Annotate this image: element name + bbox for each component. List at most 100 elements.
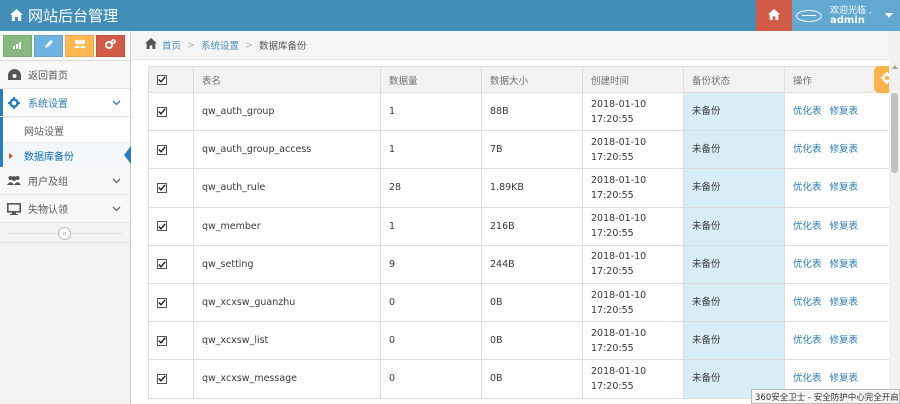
cell-table-name: qw_xcxsw_message bbox=[193, 359, 381, 399]
row-checkbox[interactable] bbox=[157, 144, 167, 155]
cell-row-count: 0 bbox=[380, 321, 482, 361]
shortcut-users-button[interactable] bbox=[65, 34, 94, 57]
select-all-checkbox[interactable] bbox=[157, 74, 167, 85]
sidebar-item-home[interactable]: 返回首页 bbox=[0, 61, 130, 89]
sidebar-item-label: 用户及组 bbox=[28, 177, 68, 188]
sidebar-item-site-settings[interactable]: 网站设置 bbox=[3, 117, 130, 142]
cell-row-count: 9 bbox=[380, 244, 482, 284]
scrollbar-thumb[interactable] bbox=[891, 93, 898, 173]
row-checkbox[interactable] bbox=[157, 182, 167, 193]
breadcrumb-home-link[interactable]: 首页 bbox=[162, 38, 181, 52]
cell-table-name: qw_auth_group bbox=[193, 91, 381, 132]
column-header-row-count[interactable]: 数据量 bbox=[380, 66, 482, 93]
sidebar-collapse-bar: « bbox=[0, 223, 130, 243]
row-select-cell bbox=[148, 168, 194, 208]
cell-actions: 优化表 修复表 bbox=[784, 282, 889, 323]
sidebar-item-label: 数据库备份 bbox=[24, 151, 74, 163]
optimize-table-link[interactable]: 优化表 bbox=[793, 335, 822, 346]
created-time: 17:20:55 bbox=[591, 380, 634, 392]
created-date: 2018-01-10 bbox=[591, 251, 647, 263]
nav-home-button[interactable] bbox=[756, 0, 792, 31]
table-row: qw_member 1 216B 2018-01-10 17:20:55 未备份… bbox=[148, 206, 889, 246]
brand-title: 网站后台管理 bbox=[28, 7, 119, 25]
row-checkbox[interactable] bbox=[157, 259, 167, 270]
cell-actions: 优化表 修复表 bbox=[784, 91, 889, 132]
repair-table-link[interactable]: 修复表 bbox=[830, 297, 859, 308]
cell-row-count: 1 bbox=[380, 130, 482, 170]
optimize-table-link[interactable]: 优化表 bbox=[793, 373, 822, 384]
security-status-toast: 360安全卫士 - 安全防护中心完全开启 bbox=[751, 389, 900, 404]
optimize-table-link[interactable]: 优化表 bbox=[793, 106, 822, 117]
row-checkbox[interactable] bbox=[157, 221, 167, 232]
created-time: 17:20:55 bbox=[591, 151, 634, 163]
created-time: 17:20:55 bbox=[591, 113, 634, 125]
cell-created-time: 2018-01-10 17:20:55 bbox=[582, 359, 684, 399]
cell-backup-status: 未备份 bbox=[683, 244, 785, 284]
sidebar-item-system-settings[interactable]: 系统设置 bbox=[0, 89, 130, 117]
sidebar-collapse-button[interactable]: « bbox=[58, 227, 71, 240]
cell-data-size: 0B bbox=[481, 359, 583, 399]
cell-table-name: qw_xcxsw_guanzhu bbox=[193, 282, 381, 323]
row-checkbox[interactable] bbox=[157, 373, 167, 384]
sidebar-item-users-groups[interactable]: 用户及组 bbox=[0, 167, 130, 195]
cell-created-time: 2018-01-10 17:20:55 bbox=[582, 282, 684, 323]
cell-table-name: qw_xcxsw_list bbox=[193, 321, 381, 361]
brand-logo[interactable]: 网站后台管理 bbox=[10, 0, 118, 31]
users-icon bbox=[73, 39, 86, 52]
sidebar-item-label: 系统设置 bbox=[28, 99, 68, 110]
optimize-table-link[interactable]: 优化表 bbox=[793, 297, 822, 308]
row-select-cell bbox=[148, 130, 194, 170]
row-checkbox[interactable] bbox=[157, 335, 167, 346]
row-checkbox[interactable] bbox=[157, 106, 167, 117]
repair-table-link[interactable]: 修复表 bbox=[830, 144, 859, 155]
breadcrumb-section-link[interactable]: 系统设置 bbox=[201, 38, 239, 52]
repair-table-link[interactable]: 修复表 bbox=[830, 182, 859, 193]
cell-data-size: 1.89KB bbox=[481, 168, 583, 208]
cell-actions: 优化表 修复表 bbox=[784, 244, 889, 284]
row-select-cell bbox=[148, 206, 194, 246]
created-time: 17:20:55 bbox=[591, 228, 634, 240]
shortcut-cogs-button[interactable] bbox=[96, 34, 125, 57]
shortcut-signal-button[interactable] bbox=[3, 34, 32, 57]
repair-table-link[interactable]: 修复表 bbox=[830, 335, 859, 346]
optimize-table-link[interactable]: 优化表 bbox=[793, 221, 822, 232]
row-checkbox[interactable] bbox=[157, 297, 167, 308]
scroll-up-icon[interactable] bbox=[892, 65, 898, 69]
sidebar-item-lost-found[interactable]: 失物认领 bbox=[0, 195, 130, 223]
breadcrumb-separator: > bbox=[245, 39, 253, 51]
cell-actions: 优化表 修复表 bbox=[784, 168, 889, 208]
home-icon bbox=[145, 38, 162, 52]
sidebar-item-database-backup[interactable]: 数据库备份 bbox=[3, 142, 131, 167]
cell-created-time: 2018-01-10 17:20:55 bbox=[582, 206, 684, 246]
breadcrumb: 首页 > 系统设置 > 数据库备份 bbox=[132, 31, 900, 60]
optimize-table-link[interactable]: 优化表 bbox=[793, 144, 822, 155]
column-header-backup-status[interactable]: 备份状态 bbox=[683, 66, 785, 93]
home-icon bbox=[10, 7, 28, 25]
created-time: 17:20:55 bbox=[591, 266, 634, 278]
column-header-table-name[interactable]: 表名 bbox=[193, 66, 381, 93]
user-menu[interactable]: 欢迎光临 , admin bbox=[792, 0, 900, 31]
cell-created-time: 2018-01-10 17:20:55 bbox=[582, 130, 684, 170]
column-header-data-size[interactable]: 数据大小 bbox=[481, 66, 583, 93]
optimize-table-link[interactable]: 优化表 bbox=[793, 182, 822, 193]
cell-table-name: qw_member bbox=[193, 206, 381, 246]
chevron-down-icon bbox=[112, 98, 121, 109]
chevron-down-icon bbox=[112, 176, 121, 187]
repair-table-link[interactable]: 修复表 bbox=[830, 259, 859, 270]
optimize-table-link[interactable]: 优化表 bbox=[793, 259, 822, 270]
repair-table-link[interactable]: 修复表 bbox=[830, 373, 859, 384]
sidebar: 返回首页 系统设置 网站设置 数据库备份 用户及组 失物认领 « bbox=[0, 31, 131, 404]
cell-data-size: 0B bbox=[481, 282, 583, 323]
table-body: qw_auth_group 1 88B 2018-01-10 17:20:55 … bbox=[148, 91, 889, 399]
sidebar-nav: 返回首页 系统设置 网站设置 数据库备份 用户及组 失物认领 bbox=[0, 61, 131, 223]
row-select-cell bbox=[148, 91, 194, 132]
repair-table-link[interactable]: 修复表 bbox=[830, 221, 859, 232]
shortcut-pencil-button[interactable] bbox=[34, 34, 63, 57]
chevron-down-icon bbox=[112, 204, 121, 215]
row-select-cell bbox=[148, 321, 194, 361]
column-header-created-time[interactable]: 创建时间 bbox=[582, 66, 684, 93]
repair-table-link[interactable]: 修复表 bbox=[830, 106, 859, 117]
page-scrollbar[interactable] bbox=[889, 31, 900, 404]
cell-row-count: 0 bbox=[380, 359, 482, 399]
row-select-cell bbox=[148, 244, 194, 284]
